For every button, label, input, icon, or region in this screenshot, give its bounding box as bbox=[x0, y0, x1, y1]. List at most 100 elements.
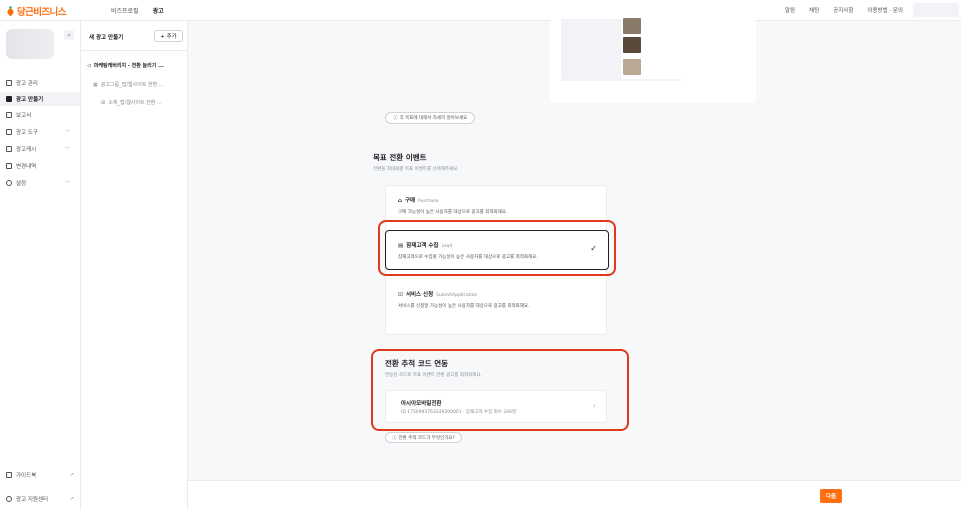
goal-section-subtitle: 전환을 최대화할 목표 이벤트를 선택해주세요. bbox=[373, 167, 459, 172]
event-title-en: Lead bbox=[441, 244, 453, 249]
event-desc: 잠재고객으로 수집될 가능성이 높은 사용자를 대상으로 광고를 최적화해요. bbox=[398, 255, 538, 260]
sidebar-item-ad-tools[interactable]: 광고 도구 ﹀ bbox=[0, 125, 80, 139]
sidebar-item-settings[interactable]: 설정 ﹀ bbox=[0, 176, 80, 190]
account-menu[interactable] bbox=[913, 3, 959, 17]
top-utility-nav: 알림 채팅 공지사항 이용방법 · 문의 bbox=[785, 6, 903, 14]
create-icon bbox=[6, 96, 12, 102]
goal-event-option[interactable]: ⌂ 구매 Purchase 구매 가능성이 높은 사용자를 대상으로 광고를 최… bbox=[386, 186, 608, 226]
event-desc: 구매 가능성이 높은 사용자를 대상으로 광고를 최적화해요. bbox=[398, 210, 508, 215]
next-button[interactable]: 다음 bbox=[820, 489, 842, 503]
history-icon bbox=[6, 163, 12, 169]
check-icon: ✓ bbox=[590, 244, 597, 253]
preview-ad-image bbox=[623, 18, 641, 34]
cart-icon: ⌂ bbox=[398, 198, 402, 204]
report-icon bbox=[6, 112, 12, 118]
topnav-notices[interactable]: 공지사항 bbox=[833, 6, 853, 14]
tree-ad-group[interactable]: ▦ 광고그룹_앱/웹사이트 전환 ... bbox=[93, 81, 164, 89]
support-icon bbox=[6, 496, 12, 502]
sidebar-support-link[interactable]: 광고 지원센터 ↗ bbox=[6, 495, 74, 503]
event-title-text: 구매 bbox=[404, 198, 416, 204]
sidebar-bottom-label: 가이드북 bbox=[16, 473, 37, 479]
add-button[interactable]: + 추가 bbox=[154, 30, 183, 42]
collapse-sidebar-icon[interactable]: « bbox=[64, 30, 74, 40]
chevron-down-icon: ﹀ bbox=[64, 129, 70, 136]
tracking-code-name: 아시아모바일전환 bbox=[401, 401, 442, 407]
top-nav: 비즈프로필 광고 bbox=[111, 6, 164, 15]
carrot-logo-icon bbox=[7, 5, 14, 16]
sidebar-item-label: 설정 bbox=[16, 181, 27, 187]
goal-section-title: 목표 전환 이벤트 bbox=[373, 153, 427, 162]
goal-event-title: ⌂ 구매 Purchase bbox=[398, 196, 439, 204]
event-title-text: 서비스 신청 bbox=[405, 292, 434, 298]
event-desc: 서비스를 신청할 가능성이 높은 사용자를 대상으로 광고를 최적화해요. bbox=[398, 304, 530, 309]
preview-ad-item bbox=[623, 36, 681, 54]
learn-more-label: 각 목표에 대해서 자세히 알아보세요 bbox=[399, 116, 468, 121]
tool-icon bbox=[6, 129, 12, 135]
goal-event-title: ▤ 잠재고객 수집 Lead bbox=[398, 241, 452, 249]
sidebar: « 광고 관리 광고 만들기 보고서 광고 도구 ﹀ 광고캐시 ﹀ 변경내역 설… bbox=[0, 21, 80, 510]
sidebar-item-history[interactable]: 변경내역 bbox=[0, 159, 80, 173]
divider bbox=[81, 50, 188, 51]
tracking-help-button[interactable]: ⓘ 전환 추적 코드가 무엇인가요? bbox=[385, 432, 462, 443]
goal-event-list: ⌂ 구매 Purchase 구매 가능성이 높은 사용자를 대상으로 광고를 최… bbox=[385, 185, 609, 335]
checklist-icon: ☑ bbox=[398, 292, 403, 298]
learn-more-button[interactable]: ⓘ 각 목표에 대해서 자세히 알아보세요 bbox=[385, 112, 476, 124]
tree-ad-group-label: 광고그룹_앱/웹사이트 전환 ... bbox=[100, 82, 164, 88]
gear-icon bbox=[6, 180, 12, 186]
sidebar-bottom-label: 광고 지원센터 bbox=[16, 497, 49, 503]
topnav-bizprofile[interactable]: 비즈프로필 bbox=[111, 6, 139, 15]
cash-icon bbox=[6, 146, 12, 152]
preview-ad-image bbox=[623, 59, 641, 75]
tree-material-label: 소재_앱/웹사이트 전환 ... bbox=[108, 100, 162, 106]
goal-event-option-selected[interactable]: ▤ 잠재고객 수집 Lead 잠재고객으로 수집될 가능성이 높은 사용자를 대… bbox=[385, 230, 609, 270]
topnav-notifications[interactable]: 알림 bbox=[785, 6, 795, 14]
tracking-help-label: 전환 추적 코드가 무엇인가요? bbox=[398, 435, 455, 441]
sidebar-item-ad-manage[interactable]: 광고 관리 bbox=[0, 76, 80, 90]
preview-ad-item bbox=[623, 17, 681, 35]
chevron-right-icon: › bbox=[592, 401, 596, 410]
sidebar-item-report[interactable]: 보고서 bbox=[0, 108, 80, 122]
profile-avatar[interactable] bbox=[6, 29, 54, 59]
campaign-tree-panel: 새 광고 만들기 + 추가 ◁ 마케팅캐버리지 - 전환 늘리기 ... ▦ 광… bbox=[80, 21, 188, 510]
external-link-icon: ↗ bbox=[69, 472, 74, 478]
phone-preview bbox=[561, 17, 683, 81]
sidebar-item-label: 광고캐시 bbox=[16, 147, 37, 153]
event-title-en: SubmitApplication bbox=[436, 293, 478, 298]
preview-ad-image bbox=[623, 37, 641, 53]
ad-preview-card bbox=[550, 17, 756, 103]
top-bar: 당근비즈니스 비즈프로필 광고 알림 채팅 공지사항 이용방법 · 문의 bbox=[0, 0, 961, 21]
sidebar-item-label: 광고 도구 bbox=[16, 130, 38, 136]
book-icon bbox=[6, 472, 12, 478]
goal-event-title: ☑ 서비스 신청 SubmitApplication bbox=[398, 290, 477, 298]
lead-icon: ▤ bbox=[398, 243, 404, 249]
tree-material[interactable]: ⊞ 소재_앱/웹사이트 전환 ... bbox=[101, 99, 162, 107]
help-circle-icon: ⓘ bbox=[392, 435, 397, 441]
topnav-help[interactable]: 이용방법 · 문의 bbox=[867, 6, 903, 14]
sidebar-item-label: 광고 만들기 bbox=[16, 97, 44, 103]
tracking-section-title: 전환 추적 코드 연동 bbox=[385, 359, 449, 368]
brand-logo[interactable]: 당근비즈니스 bbox=[6, 4, 66, 18]
tree-campaign-label: 마케팅캐버리지 - 전환 늘리기 ... bbox=[93, 63, 164, 69]
folder-icon: ▦ bbox=[93, 81, 98, 88]
tracking-code-meta: ID 1750993763249200001 · 잠재고객 수집 회수 248명 bbox=[401, 410, 517, 415]
topnav-chat[interactable]: 채팅 bbox=[809, 6, 819, 14]
event-title-en: Purchase bbox=[418, 199, 439, 204]
preview-feed bbox=[621, 17, 683, 79]
sidebar-item-ad-create[interactable]: 광고 만들기 bbox=[0, 92, 80, 106]
chevron-down-icon: ﹀ bbox=[64, 180, 70, 187]
tracking-code-card[interactable]: 아시아모바일전환 ID 1750993763249200001 · 잠재고객 수… bbox=[385, 390, 607, 423]
chevron-down-icon: ﹀ bbox=[64, 146, 70, 153]
tree-campaign[interactable]: ◁ 마케팅캐버리지 - 전환 늘리기 ... bbox=[87, 62, 164, 70]
brand-name: 당근비즈니스 bbox=[17, 7, 66, 18]
main-content: ⓘ 각 목표에 대해서 자세히 알아보세요 목표 전환 이벤트 전환을 최대화할… bbox=[188, 17, 961, 480]
preview-ad-item bbox=[623, 58, 681, 76]
tracking-section-subtitle: 연동된 코드로 목표 이벤트 전환 광고를 최적화해요. bbox=[385, 373, 482, 378]
tree-header: 새 광고 만들기 bbox=[89, 35, 124, 41]
goal-event-option[interactable]: ☑ 서비스 신청 SubmitApplication 서비스를 신청할 가능성이… bbox=[386, 280, 608, 320]
footer-bar: 다음 bbox=[188, 480, 961, 510]
sidebar-guidebook-link[interactable]: 가이드북 ↗ bbox=[6, 471, 74, 479]
event-title-text: 잠재고객 수집 bbox=[406, 243, 439, 249]
megaphone-icon bbox=[6, 80, 12, 86]
sidebar-item-ad-cash[interactable]: 광고캐시 ﹀ bbox=[0, 142, 80, 156]
topnav-ads[interactable]: 광고 bbox=[153, 6, 164, 15]
